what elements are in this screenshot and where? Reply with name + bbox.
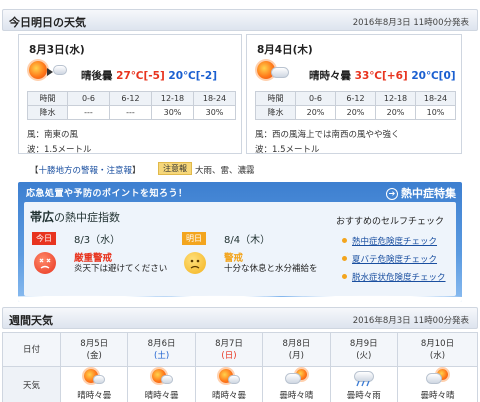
heat-index-title: 帯広の熱中症指数 [30,210,121,224]
weekly-table: 日付 8月5日 (金) 8月6日 (土) 8月7日 (日) 8月8日 (月) 8月9日(… [2,332,479,402]
day-tag: 今日 [32,232,56,245]
row-header: 天気 [2,366,61,402]
day-date: 8月3日(水) [29,44,85,56]
self-check-link[interactable]: 夏バテ危険度チェック [342,253,437,265]
warning-face-icon [184,252,206,274]
weekly-header: 週間天気 2016年8月3日 11時00分発表 [2,307,478,329]
self-check-link[interactable]: 熱中症危険度チェック [342,235,437,247]
heatstroke-banner[interactable]: 応急処置や予防のポイントを知ろう！ [26,186,188,199]
wind-text: 風：南東の風 [27,130,79,140]
wave-text: 波：1.5メートル [255,145,320,155]
weekly-weather-cell: 晴時々曇 [194,366,264,402]
cloudy-sunny-icon [425,369,449,387]
heat-note: 炎天下は避けてください [74,264,168,274]
weekly-weather-cell: 晴時々曇 [59,366,129,402]
row-header: 日付 [2,332,61,367]
weekly-date-cell: 8月8日 (月) [262,332,331,367]
wind-text: 風：西の風海上では南西の風やや強く [255,130,400,140]
self-check-link[interactable]: 脱水症状危険度チェック [342,271,446,283]
clouds-decoration [18,288,462,302]
arrow-right-icon: ➔ [386,188,398,200]
day-panel-tomorrow: 8月4日(木) 晴時々曇 33℃[+6] 20℃[0] 時間 0-6 6-12 … [246,34,462,155]
section-title: 今日明日の天気 [9,16,86,29]
weekly-date-row: 日付 8月5日 (金) 8月6日 (土) 8月7日 (日) 8月8日 (月) 8月9日(… [2,332,479,367]
day-panel-today: 8月3日(水) 晴後曇 27℃[-5] 20℃[-2] 時間 0-6 6-12 … [18,34,242,155]
sunny-then-cloudy-icon [27,59,67,85]
heatstroke-index-box: 帯広の熱中症指数 今日 8/3（水） 厳重警戒 炎天下は避けてください 明日 8… [24,202,456,296]
sunny-cloudy-icon [150,369,174,387]
precip-table: 時間 0-6 6-12 12-18 18-24 降水 --- --- 30% 3… [27,91,236,120]
section-title: 週間天気 [9,314,53,327]
sunny-cloudy-icon [82,369,106,387]
sunny-cloudy-icon [217,369,241,387]
heatstroke-panel[interactable]: 応急処置や予防のポイントを知ろう！ ➔ 熱中症特集 帯広の熱中症指数 今日 8/3… [18,182,462,302]
advisory-badge: 注意報 [158,162,192,175]
heat-day-tomorrow: 明日 8/4（木） 警戒 十分な休息と水分補給を [182,232,322,292]
alerts-line: 【十勝地方の警報・注意報】 [30,166,141,176]
self-check-title: おすすめのセルフチェック [336,217,445,227]
heat-date: 8/3（水） [74,235,121,246]
cloudy-rain-icon [352,369,376,387]
sunny-sometimes-cloudy-icon [255,59,293,85]
heat-date: 8/4（木） [224,235,271,246]
weekly-date-cell: 8月6日 (土) [127,332,196,367]
precip-table: 時間 0-6 6-12 12-18 18-24 降水 20% 20% 20% 1… [255,91,456,120]
cloudy-sunny-icon [284,369,308,387]
heatstroke-special-link[interactable]: ➔ 熱中症特集 [386,185,456,201]
weekly-date-cell: 8月10日 (水) [396,332,479,367]
today-tomorrow-header: 今日明日の天気 2016年8月3日 11時00分発表 [2,9,478,31]
heat-note: 十分な休息と水分補給を [224,264,318,274]
weekly-weather-cell: 曇時々晴 [396,366,479,402]
advisory-items: 大雨、雷、濃霧 [195,166,255,176]
day-summary: 晴後曇 27℃[-5] 20℃[-2] [81,70,217,82]
issued-time: 2016年8月3日 11時00分発表 [352,316,469,326]
day-date: 8月4日(木) [257,44,313,56]
weekly-weather-cell: 曇時々雨 [329,366,398,402]
heat-level: 警戒 [224,253,244,264]
wave-text: 波：1.5メートル [27,145,92,155]
weekly-date-cell: 8月7日 (日) [194,332,264,367]
issued-time: 2016年8月3日 11時00分発表 [352,18,469,28]
day-summary: 晴時々曇 33℃[+6] 20℃[0] [309,70,456,82]
weekly-weather-cell: 曇時々晴 [262,366,331,402]
weekly-weather-row: 天気 晴時々曇 晴時々曇 晴時々曇 曇時々晴 曇時々雨 曇時々晴 [2,366,479,402]
weekly-weather-cell: 晴時々曇 [127,366,196,402]
heat-level: 厳重警戒 [74,253,113,264]
weekly-date-cell: 8月9日 (火) [329,332,398,367]
day-tag: 明日 [182,232,206,245]
alerts-link[interactable]: 十勝地方の警報・注意報 [39,166,133,176]
danger-face-icon [34,252,56,274]
weekly-date-cell: 8月5日 (金) [59,332,129,367]
heat-day-today: 今日 8/3（水） 厳重警戒 炎天下は避けてください [32,232,172,292]
